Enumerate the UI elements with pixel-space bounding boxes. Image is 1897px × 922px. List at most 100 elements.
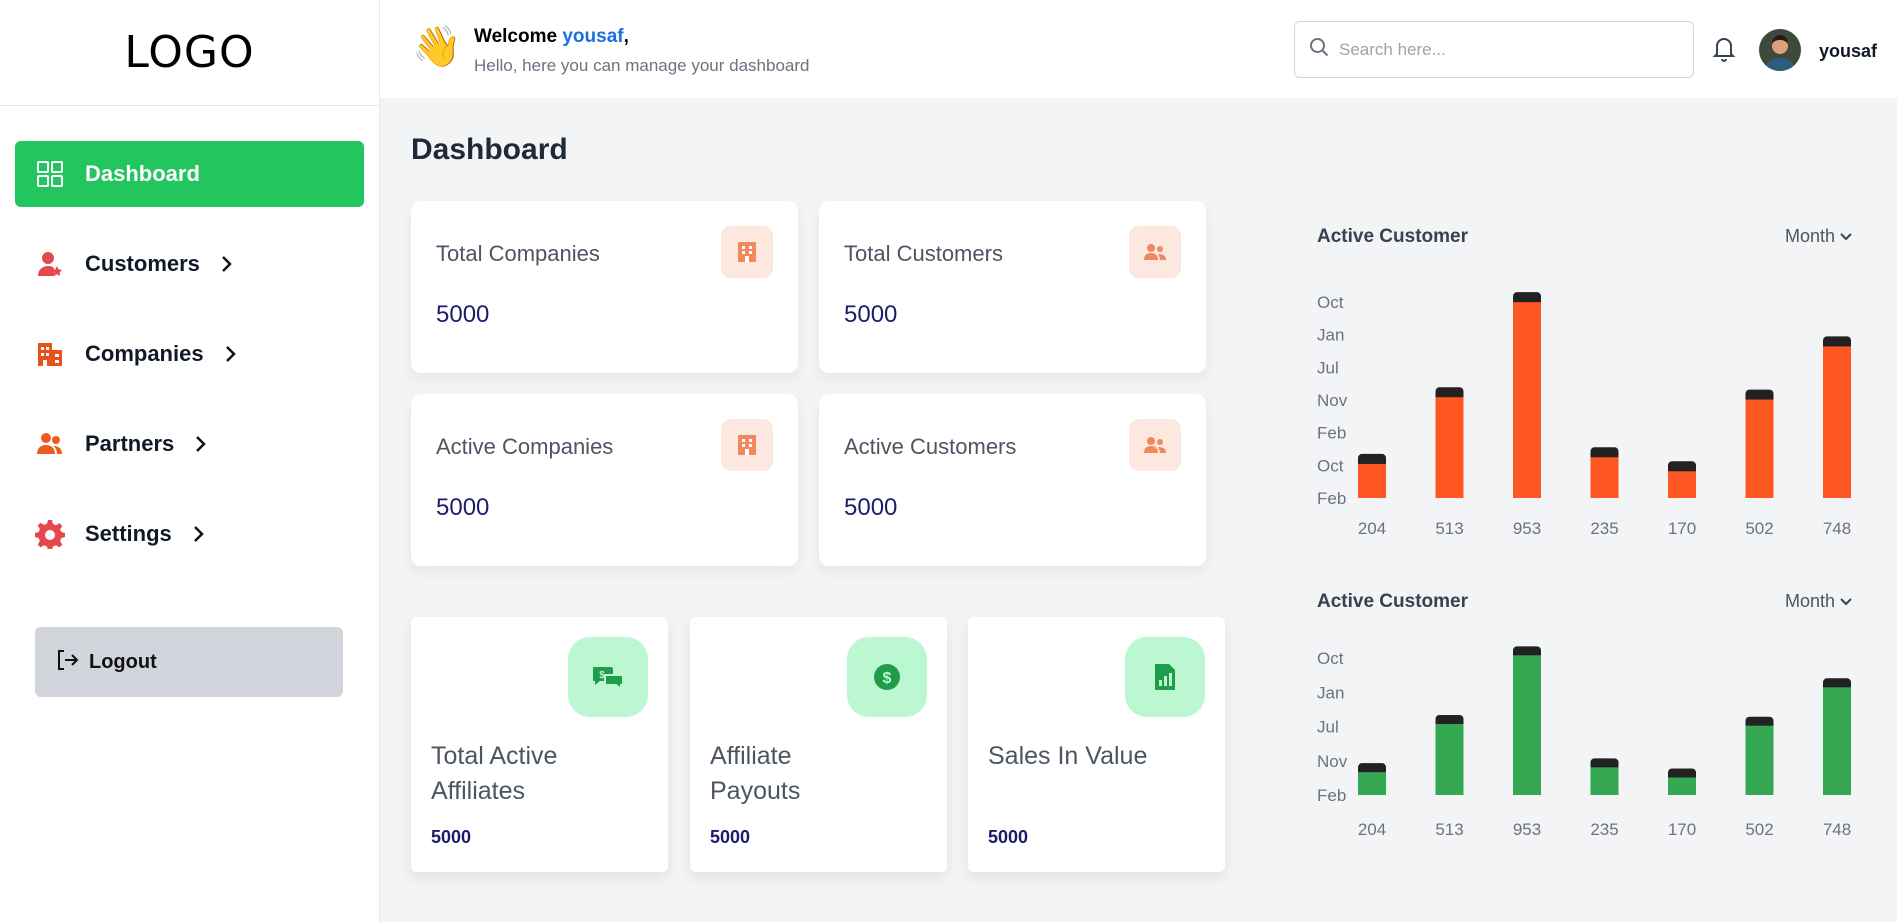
stat-label: Active Customers bbox=[844, 434, 1017, 459]
period-label: Month bbox=[1784, 591, 1835, 611]
chevron-right-icon bbox=[220, 255, 234, 273]
affiliate-card-payouts[interactable]: $ Affiliate Payouts 5000 bbox=[690, 617, 947, 872]
search-icon bbox=[1309, 37, 1329, 62]
stat-label: Total Companies bbox=[436, 241, 600, 266]
bar-chart: Oct Jan Jul Nov Feb Oct Feb 204 513 953 235 170 502 7… bbox=[1317, 292, 1851, 538]
stat-card-active-companies[interactable]: Active Companies 5000 bbox=[411, 394, 798, 566]
y-tick-label: Feb bbox=[1317, 424, 1346, 443]
users-icon bbox=[1129, 419, 1181, 471]
bar bbox=[1358, 772, 1386, 795]
period-dropdown[interactable]: Month bbox=[1785, 226, 1852, 247]
grid-icon bbox=[35, 159, 65, 189]
y-tick-label: Jan bbox=[1317, 326, 1344, 345]
affiliate-card-sales-value[interactable]: Sales In Value 5000 bbox=[968, 617, 1225, 872]
bar bbox=[1590, 767, 1619, 795]
logo[interactable]: LOGO bbox=[124, 27, 254, 78]
bar bbox=[1513, 302, 1541, 498]
welcome-greeting: Welcome bbox=[474, 26, 558, 47]
building-icon bbox=[721, 419, 773, 471]
chevron-right-icon bbox=[194, 435, 208, 453]
chevron-right-icon bbox=[192, 525, 206, 543]
x-tick-label: 748 bbox=[1823, 519, 1851, 538]
x-tick-label: 502 bbox=[1745, 519, 1773, 538]
sidebar-item-label: Companies bbox=[85, 341, 204, 366]
x-tick-label: 235 bbox=[1590, 519, 1618, 538]
page-title: Dashboard bbox=[411, 133, 568, 166]
stat-value: 5000 bbox=[844, 494, 898, 521]
stat-value: 5000 bbox=[436, 301, 490, 328]
x-tick-label: 513 bbox=[1435, 519, 1463, 538]
logout-button[interactable]: Logout bbox=[35, 627, 343, 697]
header: 👋 Welcome yousaf, Hello, here you can ma… bbox=[380, 0, 1897, 98]
gear-icon bbox=[35, 519, 65, 549]
search-input[interactable] bbox=[1339, 39, 1659, 60]
y-tick-label: Feb bbox=[1317, 489, 1346, 508]
stat-card-total-customers[interactable]: Total Customers 5000 bbox=[819, 201, 1206, 373]
chart-title: Active Customer bbox=[1317, 591, 1468, 612]
y-tick-label: Oct bbox=[1317, 293, 1344, 312]
svg-text:$: $ bbox=[599, 670, 605, 681]
x-tick-label: 170 bbox=[1668, 820, 1696, 839]
affiliate-label: Sales In Value bbox=[988, 742, 1148, 770]
welcome-text: Welcome yousaf, bbox=[474, 26, 629, 48]
logout-icon bbox=[55, 648, 79, 677]
bar bbox=[1823, 346, 1851, 498]
period-dropdown[interactable]: Month bbox=[1785, 591, 1852, 612]
report-icon bbox=[1125, 637, 1205, 717]
building-icon bbox=[721, 226, 773, 278]
y-tick-label: Oct bbox=[1317, 456, 1344, 475]
x-tick-label: 204 bbox=[1358, 519, 1386, 538]
search-box[interactable] bbox=[1294, 21, 1694, 78]
chat-money-icon: $ bbox=[568, 637, 648, 717]
stat-card-active-customers[interactable]: Active Customers 5000 bbox=[819, 394, 1206, 566]
welcome-username: yousaf bbox=[562, 26, 624, 47]
bar bbox=[1435, 397, 1464, 498]
x-tick-label: 235 bbox=[1590, 820, 1618, 839]
chevron-down-icon bbox=[1840, 233, 1852, 241]
welcome-subtitle: Hello, here you can manage your dashboar… bbox=[474, 56, 810, 75]
stat-card-total-companies[interactable]: Total Companies 5000 bbox=[411, 201, 798, 373]
sidebar-item-partners[interactable]: Partners bbox=[15, 411, 364, 477]
x-tick-label: 502 bbox=[1745, 820, 1773, 839]
bar-chart: Oct Jan Jul Nov Feb 204 513 953 235 170 502 748 bbox=[1317, 646, 1851, 839]
x-tick-label: 513 bbox=[1435, 820, 1463, 839]
user-star-icon bbox=[35, 249, 65, 279]
sidebar-item-label: Dashboard bbox=[85, 161, 200, 186]
waving-hand-icon: 👋 bbox=[412, 25, 462, 69]
bar bbox=[1590, 457, 1619, 498]
affiliate-value: 5000 bbox=[710, 827, 751, 847]
sidebar-item-label: Customers bbox=[85, 251, 200, 276]
logout-label: Logout bbox=[89, 650, 157, 673]
sidebar-item-settings[interactable]: Settings bbox=[15, 501, 364, 567]
period-label: Month bbox=[1784, 226, 1835, 246]
sidebar-item-customers[interactable]: Customers bbox=[15, 231, 364, 297]
users-icon bbox=[1129, 226, 1181, 278]
stat-value: 5000 bbox=[844, 301, 898, 328]
y-tick-label: Jan bbox=[1317, 683, 1344, 702]
sidebar-item-companies[interactable]: Companies bbox=[15, 321, 364, 387]
affiliate-card-total-active[interactable]: $ Total Active Affiliates 5000 bbox=[411, 617, 668, 872]
x-tick-label: 953 bbox=[1513, 820, 1541, 839]
sidebar-nav: Dashboard Customers Companies Partners S… bbox=[0, 106, 379, 567]
avatar[interactable] bbox=[1759, 29, 1801, 71]
y-tick-label: Nov bbox=[1317, 391, 1348, 410]
bar bbox=[1745, 725, 1774, 795]
welcome-comma: , bbox=[623, 26, 629, 47]
affiliate-value: 5000 bbox=[988, 827, 1029, 847]
user-name[interactable]: yousaf bbox=[1819, 41, 1877, 62]
notification-bell-icon[interactable] bbox=[1712, 34, 1736, 67]
affiliate-label: Total Active Affiliates bbox=[431, 742, 558, 805]
x-tick-label: 748 bbox=[1823, 820, 1851, 839]
users-icon bbox=[35, 429, 65, 459]
stat-label: Total Customers bbox=[844, 241, 1003, 266]
bar bbox=[1668, 777, 1696, 795]
building-icon bbox=[35, 339, 65, 369]
dollar-icon: $ bbox=[847, 637, 927, 717]
sidebar-item-dashboard[interactable]: Dashboard bbox=[15, 141, 364, 207]
active-customer-chart-1: Active Customer Month Oct Jan Jul Nov Feb Oct… bbox=[1300, 220, 1860, 550]
x-tick-label: 953 bbox=[1513, 519, 1541, 538]
bar bbox=[1358, 463, 1386, 498]
stat-label: Active Companies bbox=[436, 434, 614, 459]
sidebar-item-label: Partners bbox=[85, 431, 175, 456]
logo-area: LOGO bbox=[0, 0, 379, 106]
